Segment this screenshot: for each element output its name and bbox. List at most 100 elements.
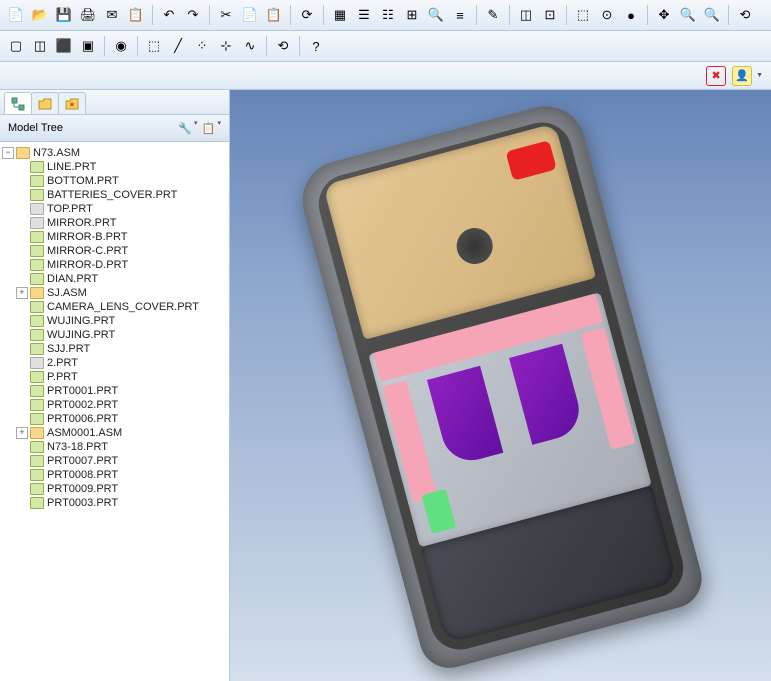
tree-node[interactable]: + ASM0001.ASM: [2, 426, 227, 440]
tree-node[interactable]: PRT0003.PRT: [2, 496, 227, 510]
list1-button[interactable]: ☰: [353, 4, 375, 26]
node-label: BOTTOM.PRT: [47, 175, 119, 187]
tree-node[interactable]: 2.PRT: [2, 356, 227, 370]
datum-csys-button[interactable]: ⊹: [215, 35, 237, 57]
help-button[interactable]: ?: [305, 35, 327, 57]
prt-icon: [30, 273, 44, 285]
dim-icon: [30, 357, 44, 369]
tree-body[interactable]: − N73.ASM LINE.PRTBOTTOM.PRTBATTERIES_CO…: [0, 142, 229, 681]
node-label: ASM0001.ASM: [47, 427, 122, 439]
tree-node[interactable]: DIAN.PRT: [2, 272, 227, 286]
view2-button[interactable]: ⊡: [539, 4, 561, 26]
list3-button[interactable]: ⊞: [401, 4, 423, 26]
tree-node[interactable]: MIRROR.PRT: [2, 216, 227, 230]
view1-button[interactable]: ◫: [515, 4, 537, 26]
spin-button[interactable]: ⟲: [272, 35, 294, 57]
node-label: SJ.ASM: [47, 287, 87, 299]
tree-node[interactable]: WUJING.PRT: [2, 328, 227, 342]
tree-node[interactable]: BATTERIES_COVER.PRT: [2, 188, 227, 202]
zoom-sel-button[interactable]: ⬚: [572, 4, 594, 26]
tree-node[interactable]: CAMERA_LENS_COVER.PRT: [2, 300, 227, 314]
open-button[interactable]: 📂: [29, 4, 51, 26]
copy2-button[interactable]: 📄: [239, 4, 261, 26]
node-label: PRT0001.PRT: [47, 385, 118, 397]
shaded-button[interactable]: ▣: [77, 35, 99, 57]
node-label: MIRROR.PRT: [47, 217, 116, 229]
wireframe-button[interactable]: ▢: [5, 35, 27, 57]
tree-show-icon[interactable]: 📋: [199, 119, 217, 137]
separator: [299, 36, 300, 56]
tree-node[interactable]: BOTTOM.PRT: [2, 174, 227, 188]
zoom-in-button[interactable]: 🔍: [677, 4, 699, 26]
copy-button[interactable]: 📋: [125, 4, 147, 26]
prt-icon: [30, 175, 44, 187]
tree-node[interactable]: PRT0008.PRT: [2, 468, 227, 482]
stop-icon[interactable]: ✖: [706, 66, 726, 86]
datum-point-button[interactable]: ⁘: [191, 35, 213, 57]
tree-node[interactable]: PRT0002.PRT: [2, 398, 227, 412]
undo-button[interactable]: ↶: [158, 4, 180, 26]
tab-model-tree[interactable]: [4, 92, 32, 114]
new-button[interactable]: 📄: [5, 4, 27, 26]
3d-viewport[interactable]: 沐风网: [230, 90, 771, 681]
separator: [728, 5, 729, 25]
asm-icon: [30, 287, 44, 299]
prt-icon: [30, 455, 44, 467]
regen-button[interactable]: ⟳: [296, 4, 318, 26]
tree-node[interactable]: MIRROR-C.PRT: [2, 244, 227, 258]
separator: [209, 5, 210, 25]
tree-node[interactable]: PRT0001.PRT: [2, 384, 227, 398]
tree-node[interactable]: SJJ.PRT: [2, 342, 227, 356]
separator: [509, 5, 510, 25]
tree-node[interactable]: WUJING.PRT: [2, 314, 227, 328]
paste-button[interactable]: 📋: [263, 4, 285, 26]
nohidden-button[interactable]: ⬛: [53, 35, 75, 57]
user-icon[interactable]: 👤: [732, 66, 752, 86]
datum-axis-button[interactable]: ╱: [167, 35, 189, 57]
tree-node[interactable]: N73-18.PRT: [2, 440, 227, 454]
collapse-icon[interactable]: −: [2, 147, 14, 159]
tab-favorites[interactable]: ★: [58, 92, 86, 114]
hidden-button[interactable]: ◫: [29, 35, 51, 57]
tree-node[interactable]: PRT0006.PRT: [2, 412, 227, 426]
prt-icon: [30, 441, 44, 453]
tree-settings-icon[interactable]: 🔧: [176, 119, 194, 137]
redo-button[interactable]: ↷: [182, 4, 204, 26]
layers-button[interactable]: ≡: [449, 4, 471, 26]
tree-node[interactable]: PRT0007.PRT: [2, 454, 227, 468]
asm-icon: [30, 427, 44, 439]
tree-node[interactable]: MIRROR-D.PRT: [2, 258, 227, 272]
separator: [266, 36, 267, 56]
prt-icon: [30, 343, 44, 355]
datum-curve-button[interactable]: ∿: [239, 35, 261, 57]
list2-button[interactable]: ☷: [377, 4, 399, 26]
zoom-out-button[interactable]: 🔍: [701, 4, 723, 26]
status-dropdown[interactable]: ▼: [756, 72, 763, 79]
cut-button[interactable]: ✂: [215, 4, 237, 26]
prt-icon: [30, 497, 44, 509]
tab-folder[interactable]: [31, 92, 59, 114]
columns-button[interactable]: ▦: [329, 4, 351, 26]
tree-node[interactable]: P.PRT: [2, 370, 227, 384]
zoom-fit-button[interactable]: ⊙: [596, 4, 618, 26]
node-label: CAMERA_LENS_COVER.PRT: [47, 301, 199, 313]
enhanced-button[interactable]: ◉: [110, 35, 132, 57]
pan-button[interactable]: ✥: [653, 4, 675, 26]
mail-button[interactable]: ✉: [101, 4, 123, 26]
phone-model[interactable]: [293, 97, 708, 674]
tree-node[interactable]: PRT0009.PRT: [2, 482, 227, 496]
tree-node[interactable]: TOP.PRT: [2, 202, 227, 216]
tree-node[interactable]: + SJ.ASM: [2, 286, 227, 300]
datum-plane-button[interactable]: ⬚: [143, 35, 165, 57]
refit-button[interactable]: ⟲: [734, 4, 756, 26]
save-button[interactable]: 💾: [53, 4, 75, 26]
tree-node[interactable]: MIRROR-B.PRT: [2, 230, 227, 244]
markup-button[interactable]: ✎: [482, 4, 504, 26]
find-button[interactable]: 🔍: [425, 4, 447, 26]
print-button[interactable]: 🖨: [77, 4, 99, 26]
tree-node[interactable]: LINE.PRT: [2, 160, 227, 174]
sphere-button[interactable]: ●: [620, 4, 642, 26]
tree-root[interactable]: − N73.ASM: [2, 146, 227, 160]
expand-icon[interactable]: +: [16, 427, 28, 439]
expand-icon[interactable]: +: [16, 287, 28, 299]
